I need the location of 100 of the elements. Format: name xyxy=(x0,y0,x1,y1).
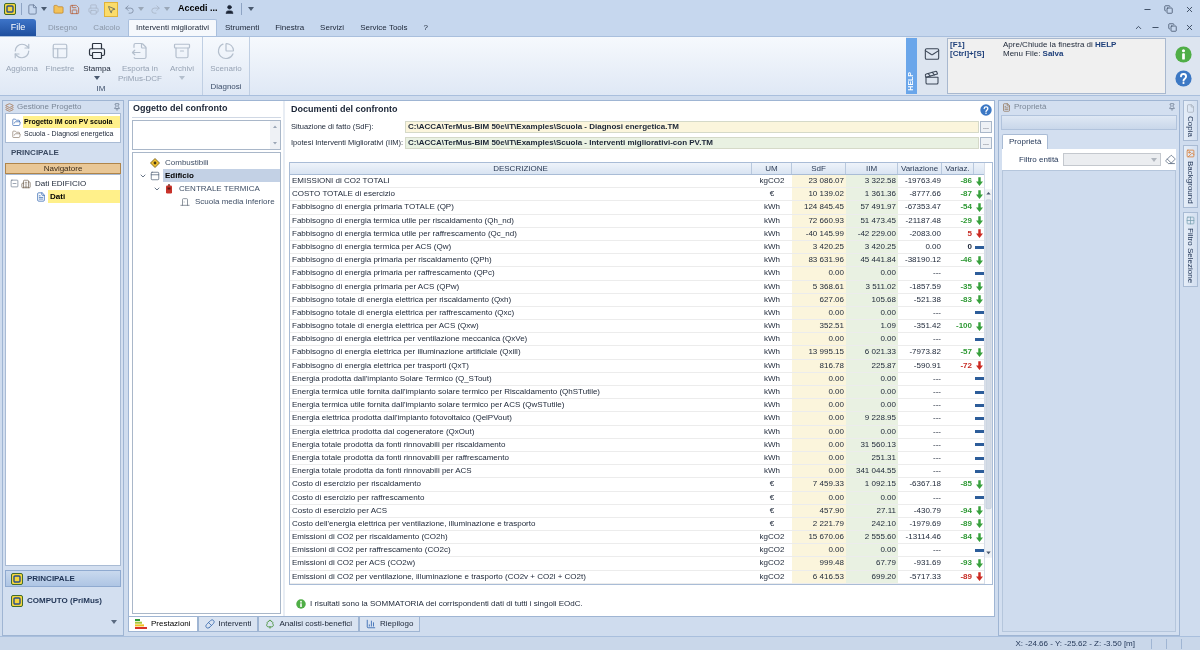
table-cell-text: -85 xyxy=(959,478,973,491)
table-cell-text: € xyxy=(768,517,776,530)
bottom-tab[interactable]: Interventi xyxy=(197,617,259,632)
table-cell-text: -87 xyxy=(959,188,973,201)
table-cell-text: kWh xyxy=(763,280,781,293)
table-cell-text: Energia termica utile fornita dall'impianto solare termico per Riscaldamento (QhSTutile) xyxy=(291,386,602,398)
path-field[interactable]: C:\ACCA\TerMus-BIM 50e\IT\Examples\Scuola - Interventi migliorativi-con PV.TM xyxy=(405,137,979,149)
file-tab[interactable]: File xyxy=(0,19,36,36)
ribbon-tab[interactable]: Servizi xyxy=(312,19,353,36)
folder-icon[interactable] xyxy=(53,3,64,15)
table-cell-text: Costo dell'energia elettrica per ventilazione, illuminazione e trasporto xyxy=(291,517,537,530)
caret-icon[interactable] xyxy=(41,7,47,11)
bottom-tab[interactable]: Riepilogo xyxy=(358,617,421,632)
table-cell-text: Fabbisogno di energia primaria TOTALE (QP) xyxy=(291,201,455,214)
film-icon[interactable] xyxy=(924,70,940,86)
table-cell-text: kWh xyxy=(763,254,781,267)
ribbon-tab[interactable]: ? xyxy=(415,19,436,36)
undo-icon[interactable] xyxy=(124,3,135,15)
navigator-header: Navigatore xyxy=(5,163,121,174)
column-header[interactable]: Variazione xyxy=(898,163,942,174)
caret-icon[interactable] xyxy=(111,620,117,624)
text-field[interactable] xyxy=(132,120,281,150)
table-cell-text: --- xyxy=(932,399,942,412)
side-tab[interactable]: Filtro Selezione xyxy=(1183,211,1198,287)
account-label[interactable]: Accedi ... xyxy=(178,2,218,16)
tree-item[interactable]: Scuola media inferiore xyxy=(193,195,280,208)
table-cell-text: -1979.69 xyxy=(908,517,942,530)
table-cell: 6 021.33 xyxy=(846,346,898,359)
table-cell-text: --- xyxy=(932,544,942,557)
column-header[interactable]: Variaz. xyxy=(942,163,974,174)
section-title: PRINCIPALE xyxy=(11,147,59,159)
caret-icon[interactable] xyxy=(247,7,254,11)
panel-title: Proprietà xyxy=(1014,101,1047,113)
table-cell-text: -83 xyxy=(959,293,973,306)
column-header[interactable]: DESCRIZIONE xyxy=(290,163,752,174)
table-cell-text: Energia totale prodotta da fonti rinnovabili per raffrescamento xyxy=(291,451,510,464)
table-cell: 0.00 xyxy=(846,267,898,280)
table-cell: 0.00 xyxy=(792,386,846,399)
table-cell-text: --- xyxy=(932,333,942,346)
building-icon xyxy=(21,178,31,189)
new-document-icon[interactable] xyxy=(27,3,38,15)
panel-tab[interactable]: Proprietà xyxy=(1002,134,1049,149)
scrollbar[interactable] xyxy=(270,121,280,149)
close-icon[interactable] xyxy=(1185,22,1194,32)
save-icon[interactable] xyxy=(69,3,80,15)
tree-item[interactable]: Dati xyxy=(48,190,120,203)
table-cell-text: -100 xyxy=(955,320,973,333)
table-cell-text: kWh xyxy=(763,346,781,359)
mail-icon[interactable] xyxy=(924,46,940,62)
pie-chart-icon xyxy=(217,42,235,60)
minus-box-icon[interactable] xyxy=(10,179,19,188)
ribbon-tab[interactable]: Interventi migliorativi xyxy=(128,19,217,36)
side-tab[interactable]: Background xyxy=(1183,144,1198,208)
close-icon[interactable] xyxy=(1185,4,1194,14)
pin-icon[interactable] xyxy=(1168,103,1176,111)
side-tab[interactable]: Copia xyxy=(1183,100,1198,141)
table-cell-text: --- xyxy=(932,412,942,425)
column-header[interactable]: UM xyxy=(752,163,792,174)
table-cell-text: Costo di esercizio per ACS xyxy=(291,504,389,517)
table-cell-text: Energia totale prodotta da fonti rinnovabili per ACS xyxy=(291,465,473,478)
printer-icon xyxy=(88,42,106,60)
help-icon[interactable] xyxy=(980,104,992,116)
module-button[interactable]: PRINCIPALE xyxy=(5,570,121,587)
restore-icon[interactable] xyxy=(1168,22,1177,32)
table-cell-text: -7973.82 xyxy=(908,346,942,359)
table-cell-text: EMISSIONI di CO2 TOTALI xyxy=(291,175,391,187)
ribbon-tab[interactable]: Service Tools xyxy=(352,19,416,36)
shortcut-description: Apre/Chiude la finestra di HELP xyxy=(1003,40,1117,49)
door-icon xyxy=(180,196,190,207)
path-field[interactable]: C:\ACCA\TerMus-BIM 50e\IT\Examples\Scuola - Diagnosi energetica.TM xyxy=(405,121,979,133)
ribbon-tab[interactable]: Strumenti xyxy=(216,19,268,36)
user-icon[interactable] xyxy=(223,3,235,15)
table-cell: 83 631.96 xyxy=(792,254,846,267)
tree-item[interactable]: Dati EDIFICIO xyxy=(33,177,120,190)
table-cell-text: -54 xyxy=(959,201,973,214)
ribbon-tab[interactable]: Finestra xyxy=(267,19,313,36)
tree-item[interactable]: Combustibili xyxy=(163,156,280,169)
table-cell-text: --- xyxy=(932,425,942,438)
bottom-tab[interactable]: Analisi costi-benefici xyxy=(258,617,359,632)
ribbon-button[interactable]: Stampa xyxy=(79,40,115,80)
table-cell-text: --- xyxy=(932,267,942,280)
pin-icon[interactable] xyxy=(113,103,121,111)
table-cell: 2 555.60 xyxy=(846,531,898,544)
table-cell: 352.51 xyxy=(792,320,846,333)
eraser-icon[interactable] xyxy=(1165,154,1176,165)
scrollbar[interactable] xyxy=(984,163,992,584)
table-cell-text: --- xyxy=(932,465,942,478)
column-header[interactable]: IIM xyxy=(846,163,898,174)
diamond-icon xyxy=(150,157,160,168)
bottom-tab[interactable]: Prestazioni xyxy=(128,617,198,632)
module-button[interactable]: COMPUTO (PriMus) xyxy=(5,592,121,609)
restore-icon[interactable] xyxy=(1164,4,1173,14)
tree-item[interactable]: Edificio xyxy=(163,169,280,182)
column-header[interactable]: SdF xyxy=(792,163,846,174)
table-cell-text: -521.38 xyxy=(912,293,942,306)
pointer-icon[interactable] xyxy=(104,1,118,17)
table-cell-text: kWh xyxy=(763,214,781,227)
tree-item[interactable]: CENTRALE TERMICA xyxy=(177,182,280,195)
help-icon[interactable] xyxy=(1174,69,1192,87)
table-cell-text: Energia elettrica prodotta dal cogeneratore (QxOut) xyxy=(291,425,476,438)
